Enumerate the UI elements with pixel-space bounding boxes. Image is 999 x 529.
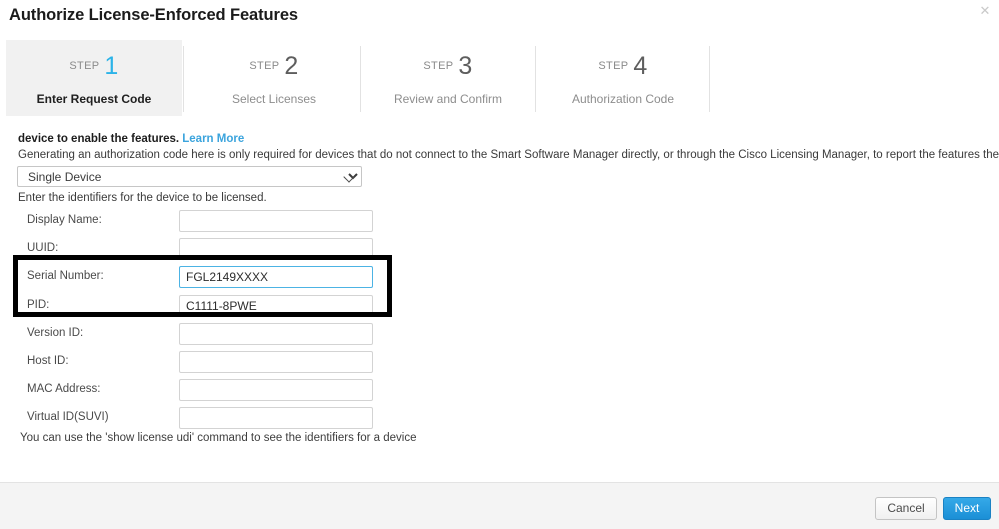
close-icon[interactable]: ✕ (977, 3, 993, 19)
step-head-label: STEP (69, 60, 100, 72)
host-id-input[interactable] (179, 351, 373, 373)
learn-more-link[interactable]: Learn More (182, 133, 244, 145)
next-button[interactable]: Next (943, 497, 991, 520)
step-heading: STEP 4 (536, 54, 710, 79)
field-label: Virtual ID(SUVI) (27, 411, 109, 423)
field-label: Display Name: (27, 214, 102, 226)
step-heading: STEP 3 (361, 54, 535, 79)
display-name-input[interactable] (179, 210, 373, 232)
step-tab-label: Select Licenses (231, 92, 317, 106)
step-head-label: STEP (598, 60, 629, 72)
step-separator (183, 46, 184, 112)
step-head-label: STEP (423, 60, 454, 72)
intro-text: device to enable the features. (18, 133, 180, 145)
field-label: Version ID: (27, 327, 84, 339)
version-id-input[interactable] (179, 323, 373, 345)
device-type-select[interactable]: Single Device (17, 166, 362, 187)
cancel-button[interactable]: Cancel (875, 497, 937, 520)
step-head-label: STEP (249, 60, 280, 72)
serial-number-input[interactable] (179, 266, 373, 288)
step-tab-label: Authorization Code (571, 92, 675, 106)
field-label: Serial Number: (27, 270, 104, 282)
dialog-footer: Cancel Next (0, 483, 999, 529)
step-heading: STEP 1 (6, 54, 182, 79)
identifiers-hint: Enter the identifiers for the device to … (18, 192, 267, 204)
step-number: 3 (458, 52, 473, 80)
step-wizard: STEP 1 Enter Request Code STEP 2 Select Li… (6, 40, 993, 116)
uuid-input[interactable] (179, 238, 373, 260)
udi-command-hint: You can use the 'show license udi' comma… (20, 432, 417, 444)
step-number: 1 (104, 52, 119, 80)
step-heading: STEP 2 (189, 54, 359, 79)
step-tab-select-licenses[interactable]: STEP 2 Select Licenses (189, 40, 359, 116)
step-tab-authorization-code[interactable]: STEP 4 Authorization Code (536, 40, 710, 116)
field-row-virtual-id-suvi: Virtual ID(SUVI) (0, 407, 420, 435)
description-text: Generating an authorization code here is… (18, 149, 999, 161)
pid-input[interactable] (179, 295, 373, 317)
step-number: 2 (284, 52, 299, 80)
field-label: PID: (27, 299, 50, 311)
field-row-serial-number: Serial Number: (0, 266, 420, 294)
field-label: Host ID: (27, 355, 69, 367)
field-row-display-name: Display Name: (0, 210, 420, 238)
field-label: MAC Address: (27, 383, 101, 395)
mac-address-input[interactable] (179, 379, 373, 401)
step-tab-label: Review and Confirm (393, 92, 503, 106)
step-tab-label: Enter Request Code (36, 92, 152, 106)
page-title: Authorize License-Enforced Features (9, 6, 298, 24)
field-row-uuid: UUID: (0, 238, 420, 266)
field-label: UUID: (27, 242, 59, 254)
step-tab-review-and-confirm[interactable]: STEP 3 Review and Confirm (361, 40, 535, 116)
authorize-license-dialog: Authorize License-Enforced Features ✕ ST… (0, 0, 999, 529)
virtual-id-suvi-input[interactable] (179, 407, 373, 429)
step-tab-enter-request-code[interactable]: STEP 1 Enter Request Code (6, 40, 182, 116)
field-row-host-id: Host ID: (0, 351, 420, 379)
step-number: 4 (633, 52, 648, 80)
field-row-mac-address: MAC Address: (0, 379, 420, 407)
intro-line: device to enable the features. Learn Mor… (18, 133, 244, 145)
field-row-pid: PID: (0, 295, 420, 323)
field-row-version-id: Version ID: (0, 323, 420, 351)
